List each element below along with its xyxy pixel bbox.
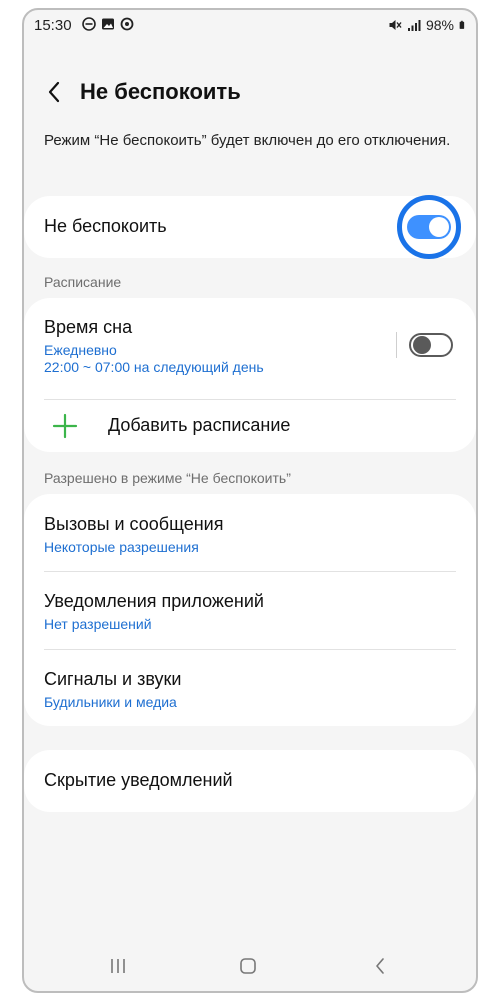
- item-title: Сигналы и звуки: [44, 669, 182, 689]
- home-icon: [240, 958, 256, 974]
- vertical-divider: [396, 332, 397, 358]
- recents-icon: [111, 959, 125, 973]
- chevron-left-icon: [48, 81, 60, 103]
- do-not-disturb-icon: [82, 17, 96, 31]
- dnd-switch[interactable]: [407, 215, 451, 239]
- item-sub: Некоторые разрешения: [44, 539, 199, 555]
- schedule-item-sleep[interactable]: Время сна Ежедневно 22:00 ~ 07:00 на сле…: [24, 298, 476, 398]
- description: Режим “Не беспокоить” будет включен до е…: [44, 132, 451, 149]
- item-title: Уведомления приложений: [44, 591, 264, 611]
- hide-notifications-item[interactable]: Скрытие уведомлений: [24, 750, 476, 812]
- data-saver-icon: [120, 17, 134, 31]
- battery-percent: 98%: [425, 17, 454, 33]
- status-bar: 15:30 98%: [24, 10, 476, 40]
- back-icon: [376, 958, 384, 974]
- schedule-section-label: Расписание: [44, 274, 122, 290]
- calls-messages-item[interactable]: Вызовы и сообщения Некоторые разрешения: [24, 494, 476, 571]
- status-left-icons: [82, 17, 134, 31]
- add-schedule-button[interactable]: Добавить расписание: [24, 400, 476, 452]
- page-title: Не беспокоить: [80, 79, 241, 104]
- mute-icon: [389, 20, 402, 30]
- status-right: 98%: [388, 17, 468, 33]
- navigation-bar: [24, 941, 476, 991]
- schedule-card: Время сна Ежедневно 22:00 ~ 07:00 на сле…: [24, 298, 476, 452]
- schedule-time: 22:00 ~ 07:00 на следующий день: [44, 359, 264, 375]
- dnd-toggle-row[interactable]: Не беспокоить: [24, 195, 476, 259]
- image-icon: [102, 18, 114, 30]
- add-schedule-label: Добавить расписание: [108, 415, 291, 435]
- home-button[interactable]: [233, 953, 263, 979]
- back-button[interactable]: [40, 78, 68, 106]
- signal-icon: [407, 20, 421, 31]
- schedule-days: Ежедневно: [44, 342, 117, 358]
- switch-knob: [413, 336, 431, 354]
- dnd-label: Не беспокоить: [44, 216, 167, 236]
- header: Не беспокоить: [24, 72, 476, 112]
- item-sub: Нет разрешений: [44, 616, 152, 632]
- allowed-section-label: Разрешено в режиме “Не беспокоить”: [44, 470, 291, 486]
- hide-notifications-label: Скрытие уведомлений: [44, 770, 233, 790]
- status-time: 15:30: [34, 17, 72, 34]
- item-sub: Будильники и медиа: [44, 694, 177, 710]
- battery-icon: [459, 20, 465, 29]
- allowed-card: Вызовы и сообщения Некоторые разрешения …: [24, 494, 476, 726]
- app-notifications-item[interactable]: Уведомления приложений Нет разрешений: [24, 572, 476, 649]
- sleep-schedule-switch[interactable]: [409, 333, 453, 357]
- schedule-title: Время сна: [44, 317, 133, 337]
- phone-frame: 15:30 98% Не беспокоить Режим “Не беспок…: [22, 8, 478, 993]
- back-nav-button[interactable]: [365, 953, 395, 979]
- plus-icon: [52, 413, 78, 439]
- recents-button[interactable]: [103, 953, 133, 979]
- switch-knob: [429, 217, 449, 237]
- item-title: Вызовы и сообщения: [44, 514, 224, 534]
- alarms-sounds-item[interactable]: Сигналы и звуки Будильники и медиа: [24, 650, 476, 726]
